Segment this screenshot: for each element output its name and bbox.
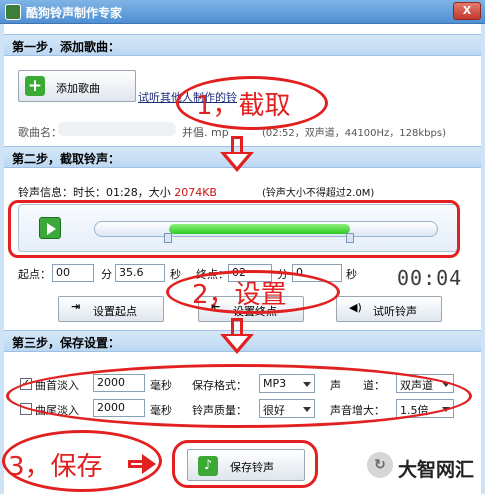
speaker-icon: ◀): [349, 301, 362, 314]
listen-label: 试听铃声: [373, 305, 417, 318]
annotation-save-settings-ellipse: [6, 364, 472, 428]
song-name-label: 歌曲名：: [18, 126, 62, 139]
app-icon: [5, 4, 21, 20]
start-label: 起点：: [18, 268, 51, 281]
blurred-song-name: [58, 122, 176, 136]
annotation-save-button-box: [172, 440, 318, 488]
close-button[interactable]: X: [453, 2, 481, 20]
watermark-icon: ↻: [367, 452, 393, 478]
set-start-icon: ⇥: [71, 300, 81, 313]
set-start-label: 设置起点: [93, 305, 137, 318]
ringtone-info: 铃声信息：时长：01:28，大小 2074KB: [18, 184, 217, 200]
window-title: 酷狗铃声制作专家: [26, 6, 123, 20]
start-minute-input[interactable]: 00: [52, 264, 94, 282]
annotation-cut-text: 1，截取: [196, 91, 291, 121]
watermark-text: 大智网汇: [398, 459, 475, 481]
start-second-input[interactable]: 35.6: [115, 264, 165, 282]
start-minute-unit: 分: [101, 268, 112, 281]
title-bar: 酷狗铃声制作专家 X: [0, 0, 485, 24]
ringtone-size-limit: (铃声大小不得超过2.0M): [262, 188, 375, 199]
annotation-save-text: 3，保存: [8, 452, 103, 482]
end-second-unit: 秒: [346, 268, 357, 281]
annotation-settings-text: 2，设置: [192, 280, 287, 310]
ringtone-size: 2074KB: [174, 186, 217, 199]
annotation-player-box: [8, 200, 460, 258]
plus-icon: +: [25, 76, 45, 96]
time-display: 00:04: [397, 266, 463, 290]
annotation-arrow-down-2: [220, 318, 254, 354]
ringtone-info-text: 铃声信息：时长：01:28，大小: [18, 186, 171, 199]
annotation-arrow-right: [128, 454, 156, 474]
add-song-button[interactable]: + 添加歌曲: [18, 70, 136, 102]
set-start-button[interactable]: ⇥ 设置起点: [58, 296, 164, 322]
step1-header: 第一步，添加歌曲：: [4, 34, 481, 56]
add-song-label: 添加歌曲: [56, 82, 100, 95]
annotation-arrow-down-1: [220, 136, 254, 172]
listen-button[interactable]: ◀) 试听铃声: [336, 296, 442, 322]
